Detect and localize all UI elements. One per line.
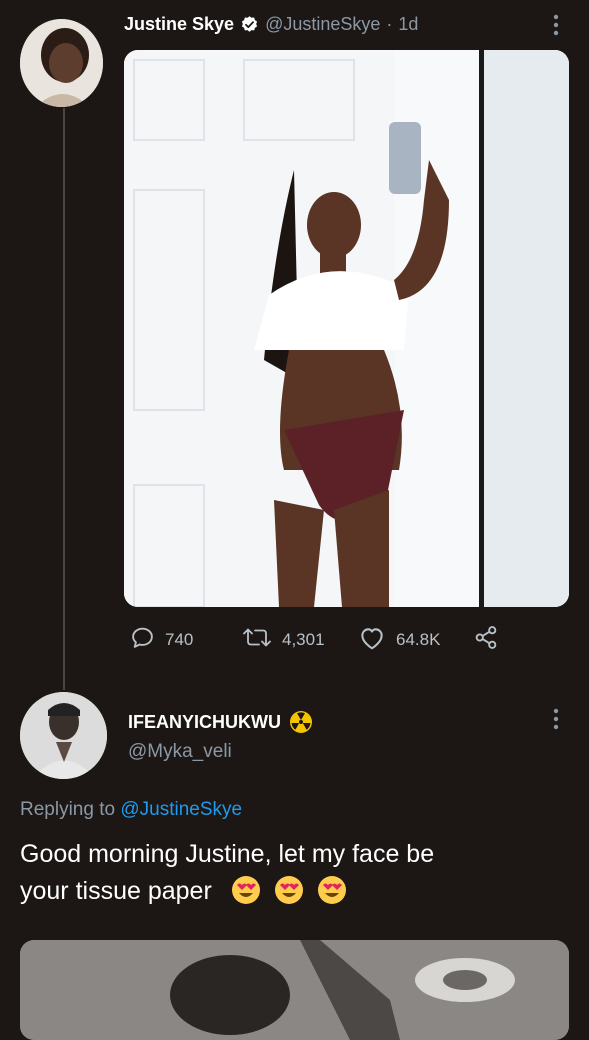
thread-connector-line	[63, 108, 65, 690]
replying-to-line: Replying to @JustineSkye	[20, 799, 242, 821]
tweet-header: Justine Skye @JustineSkye · 1d	[124, 14, 418, 35]
retweet-icon	[242, 625, 272, 655]
reply-count: 740	[165, 630, 194, 649]
photo-image	[124, 50, 569, 607]
separator-dot: ·	[386, 14, 393, 34]
author-handle[interactable]: @JustineSkye	[265, 14, 380, 35]
replying-to-handle-link[interactable]: @JustineSkye	[120, 799, 242, 820]
more-options-icon[interactable]	[548, 12, 564, 43]
heart-eyes-emoji-icon	[317, 875, 347, 905]
reply-text-line-2-words: your tissue paper	[20, 877, 212, 905]
reply-author-avatar[interactable]	[20, 692, 107, 779]
reply-more-options-icon[interactable]	[548, 706, 564, 737]
author-name[interactable]: Justine Skye	[124, 14, 234, 35]
radioactive-icon	[289, 710, 313, 734]
reply-text-line-2: your tissue paper	[20, 873, 434, 910]
heart-eyes-emoji-icon	[274, 875, 304, 905]
timestamp[interactable]: 1d	[398, 14, 418, 35]
tweet-photo[interactable]	[124, 50, 569, 607]
reply-author-name[interactable]: IFEANYICHUKWU	[128, 712, 281, 733]
reply-text-line-1: Good morning Justine, let my face be	[20, 840, 435, 868]
heart-icon	[358, 625, 386, 655]
reply-text: Good morning Justine, let my face be you…	[20, 836, 434, 910]
reply-header: IFEANYICHUKWU	[128, 710, 313, 734]
heart-eyes-emoji-icon	[231, 875, 261, 905]
avatar-image	[20, 692, 107, 779]
avatar-image	[20, 19, 103, 107]
retweet-count: 4,301	[282, 630, 325, 649]
like-count: 64.8K	[396, 630, 441, 649]
share-icon	[473, 625, 499, 655]
verified-badge-icon	[240, 15, 259, 34]
like-button[interactable]: 64.8K	[358, 625, 440, 655]
reply-author-handle[interactable]: @Myka_veli	[128, 741, 232, 763]
share-button[interactable]	[473, 625, 499, 655]
replying-to-label: Replying to	[20, 799, 116, 820]
retweet-button[interactable]: 4,301	[242, 625, 325, 655]
reply-photo[interactable]	[20, 940, 569, 1040]
avatar[interactable]	[20, 19, 103, 107]
reply-photo-image	[20, 940, 569, 1040]
reply-icon	[130, 625, 155, 655]
reply-button[interactable]: 740	[130, 625, 193, 655]
